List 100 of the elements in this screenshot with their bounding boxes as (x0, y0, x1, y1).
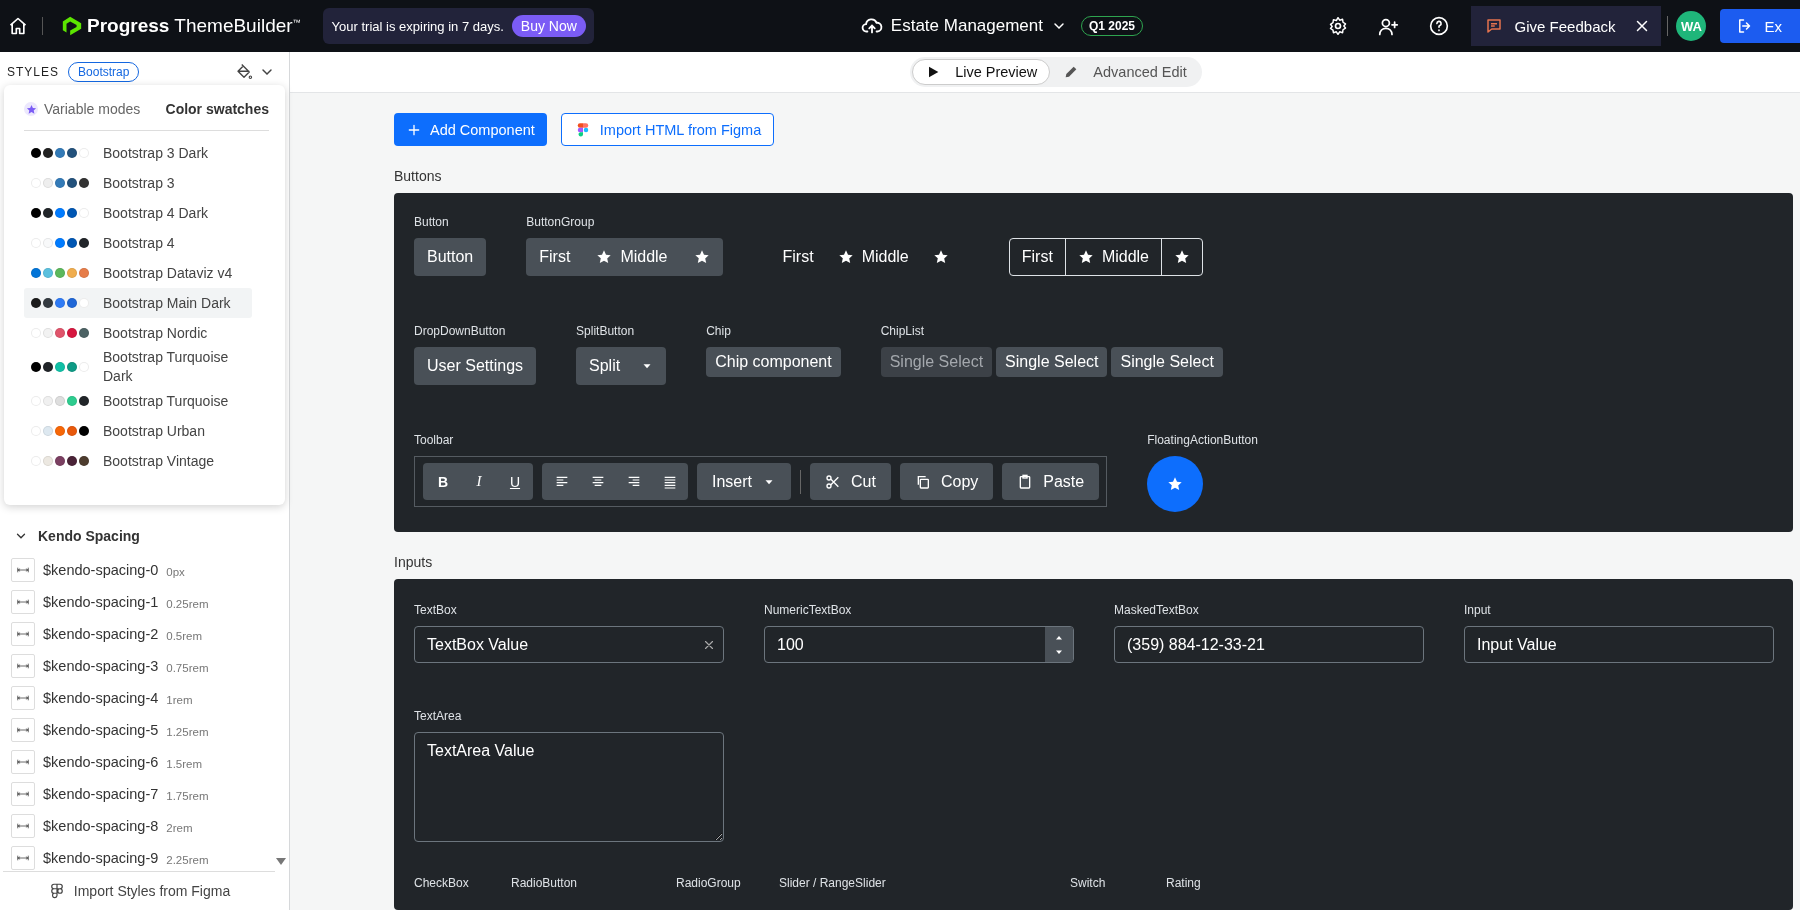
settings-icon[interactable] (1327, 16, 1348, 36)
chip[interactable]: Chip component (706, 347, 841, 377)
component-label: TextArea (414, 709, 463, 723)
popup-tab[interactable]: Color swatches (165, 101, 269, 117)
swatch-item[interactable]: Bootstrap 3 Dark (24, 138, 252, 168)
mode-tab[interactable]: Live Preview (912, 59, 1051, 85)
swatch-item[interactable]: Bootstrap 4 Dark (24, 198, 252, 228)
copy-button[interactable]: Copy (899, 463, 994, 500)
chip[interactable]: Single Select (996, 347, 1108, 377)
spacing-icon (11, 750, 35, 774)
exit-button[interactable]: Ex (1720, 9, 1800, 43)
variable-name[interactable]: $kendo-spacing-7 (43, 786, 159, 802)
spinner-buttons[interactable] (1045, 627, 1073, 662)
underline-button[interactable]: U (497, 463, 533, 500)
component-label: TextBox (414, 603, 458, 617)
component-label: Slider / RangeSlider (779, 876, 887, 890)
demo-button[interactable]: Button (414, 238, 487, 276)
variable-name[interactable]: $kendo-spacing-8 (43, 818, 159, 834)
swatch-item[interactable]: Bootstrap Turquoise (24, 386, 252, 416)
swatch-item[interactable]: Bootstrap Turquoise Dark (24, 348, 252, 386)
star-icon (596, 249, 613, 265)
help-icon[interactable] (1428, 16, 1449, 36)
chip[interactable]: Single Select (1111, 347, 1223, 377)
spacing-icon (11, 558, 35, 582)
group-button[interactable]: First (526, 238, 584, 276)
component-label: Toolbar (414, 433, 455, 447)
buy-now-button[interactable]: Buy Now (511, 15, 586, 37)
swatch-item[interactable]: Bootstrap Main Dark (24, 288, 252, 318)
component-label: Rating (1166, 876, 1202, 890)
variable-name[interactable]: $kendo-spacing-5 (43, 722, 159, 738)
give-feedback-button[interactable]: Give Feedback (1484, 17, 1616, 35)
spacing-icon (11, 814, 35, 838)
text-field[interactable]: TextBox Value (414, 626, 724, 663)
component-label: Input (1464, 603, 1492, 617)
group-button[interactable]: First (770, 238, 826, 276)
variable-value: 0.75rem (166, 661, 209, 674)
component-label: Button (414, 215, 450, 229)
component-label: FloatingActionButton (1147, 433, 1258, 447)
swatch-item[interactable]: Bootstrap Urban (24, 416, 252, 446)
section-title: STYLES (7, 65, 60, 79)
group-title[interactable]: Kendo Spacing (38, 528, 140, 544)
add-component-button[interactable]: Add Component (394, 113, 547, 146)
component-label: Chip (706, 324, 732, 338)
component-label: DropDownButton (414, 324, 507, 338)
component-label: RadioGroup (676, 876, 742, 890)
product-name: Progress ThemeBuilder$^{™}$ (87, 15, 301, 37)
spacing-icon (11, 622, 35, 646)
swatch-item[interactable]: Bootstrap 4 (24, 228, 252, 258)
swatch-item[interactable]: Bootstrap Vintage (24, 446, 252, 476)
variable-name[interactable]: $kendo-spacing-1 (43, 594, 159, 610)
section-heading: Buttons (394, 168, 443, 184)
scissors-icon (825, 473, 841, 490)
paste-button[interactable]: Paste (1002, 463, 1100, 500)
group-button[interactable]: Middle (825, 238, 921, 276)
text-area[interactable]: TextArea Value (414, 732, 724, 842)
import-html-button[interactable]: Import HTML from Figma (560, 113, 775, 146)
star-icon (693, 249, 710, 265)
text-field[interactable]: Input Value (1464, 626, 1774, 663)
variable-name[interactable]: $kendo-spacing-0 (43, 562, 159, 578)
insert-dropdown[interactable]: Insert (697, 463, 791, 500)
star-icon (1077, 249, 1094, 265)
section-heading: Inputs (394, 554, 434, 570)
variable-name[interactable]: $kendo-spacing-4 (43, 690, 159, 706)
group-button[interactable]: Middle (583, 238, 681, 276)
component-label: CheckBox (414, 876, 470, 890)
clear-icon[interactable] (702, 638, 716, 652)
swatch-item[interactable]: Bootstrap 3 (24, 168, 252, 198)
spacing-icon (11, 686, 35, 710)
swatch-item[interactable]: Bootstrap Nordic (24, 318, 252, 348)
component-label: Switch (1070, 876, 1107, 890)
variable-name[interactable]: $kendo-spacing-9 (43, 850, 159, 866)
component-label: ChipList (880, 324, 926, 338)
variable-value: 1.5rem (166, 757, 203, 770)
component-label: RadioButton (511, 876, 579, 890)
variable-value: 0.25rem (166, 597, 209, 610)
popup-tab[interactable]: Variable modes (24, 101, 141, 117)
paint-bucket-icon[interactable] (235, 63, 253, 81)
bold-button[interactable]: B (425, 463, 461, 500)
numeric-field[interactable]: 100 (764, 626, 1074, 663)
import-styles-button[interactable]: Import Styles from Figma (47, 882, 231, 900)
variable-name[interactable]: $kendo-spacing-2 (43, 626, 159, 642)
mode-tab[interactable]: Advanced Edit (1050, 59, 1200, 85)
italic-button[interactable]: I (461, 463, 497, 500)
group-button[interactable]: Middle (1064, 239, 1161, 275)
text-field[interactable]: (359) 884-12-33-21 (1114, 626, 1424, 663)
home-icon[interactable] (8, 16, 28, 36)
variable-name[interactable]: $kendo-spacing-3 (43, 658, 159, 674)
variable-name[interactable]: $kendo-spacing-6 (43, 754, 159, 770)
split-button[interactable]: Split (576, 347, 667, 385)
variable-value: 2.25rem (166, 853, 209, 866)
project-name[interactable]: Estate Management (890, 16, 1043, 36)
variable-value: 2rem (166, 821, 193, 834)
dropdown-button[interactable]: User Settings (414, 347, 537, 385)
variable-value: 0.5rem (166, 629, 203, 642)
spacing-icon (11, 782, 35, 806)
star-icon (837, 249, 854, 265)
swatch-item[interactable]: Bootstrap Dataviz v4 (24, 258, 252, 288)
star-icon (24, 102, 38, 116)
cut-button[interactable]: Cut (810, 463, 891, 500)
group-button[interactable]: First (1009, 239, 1065, 275)
